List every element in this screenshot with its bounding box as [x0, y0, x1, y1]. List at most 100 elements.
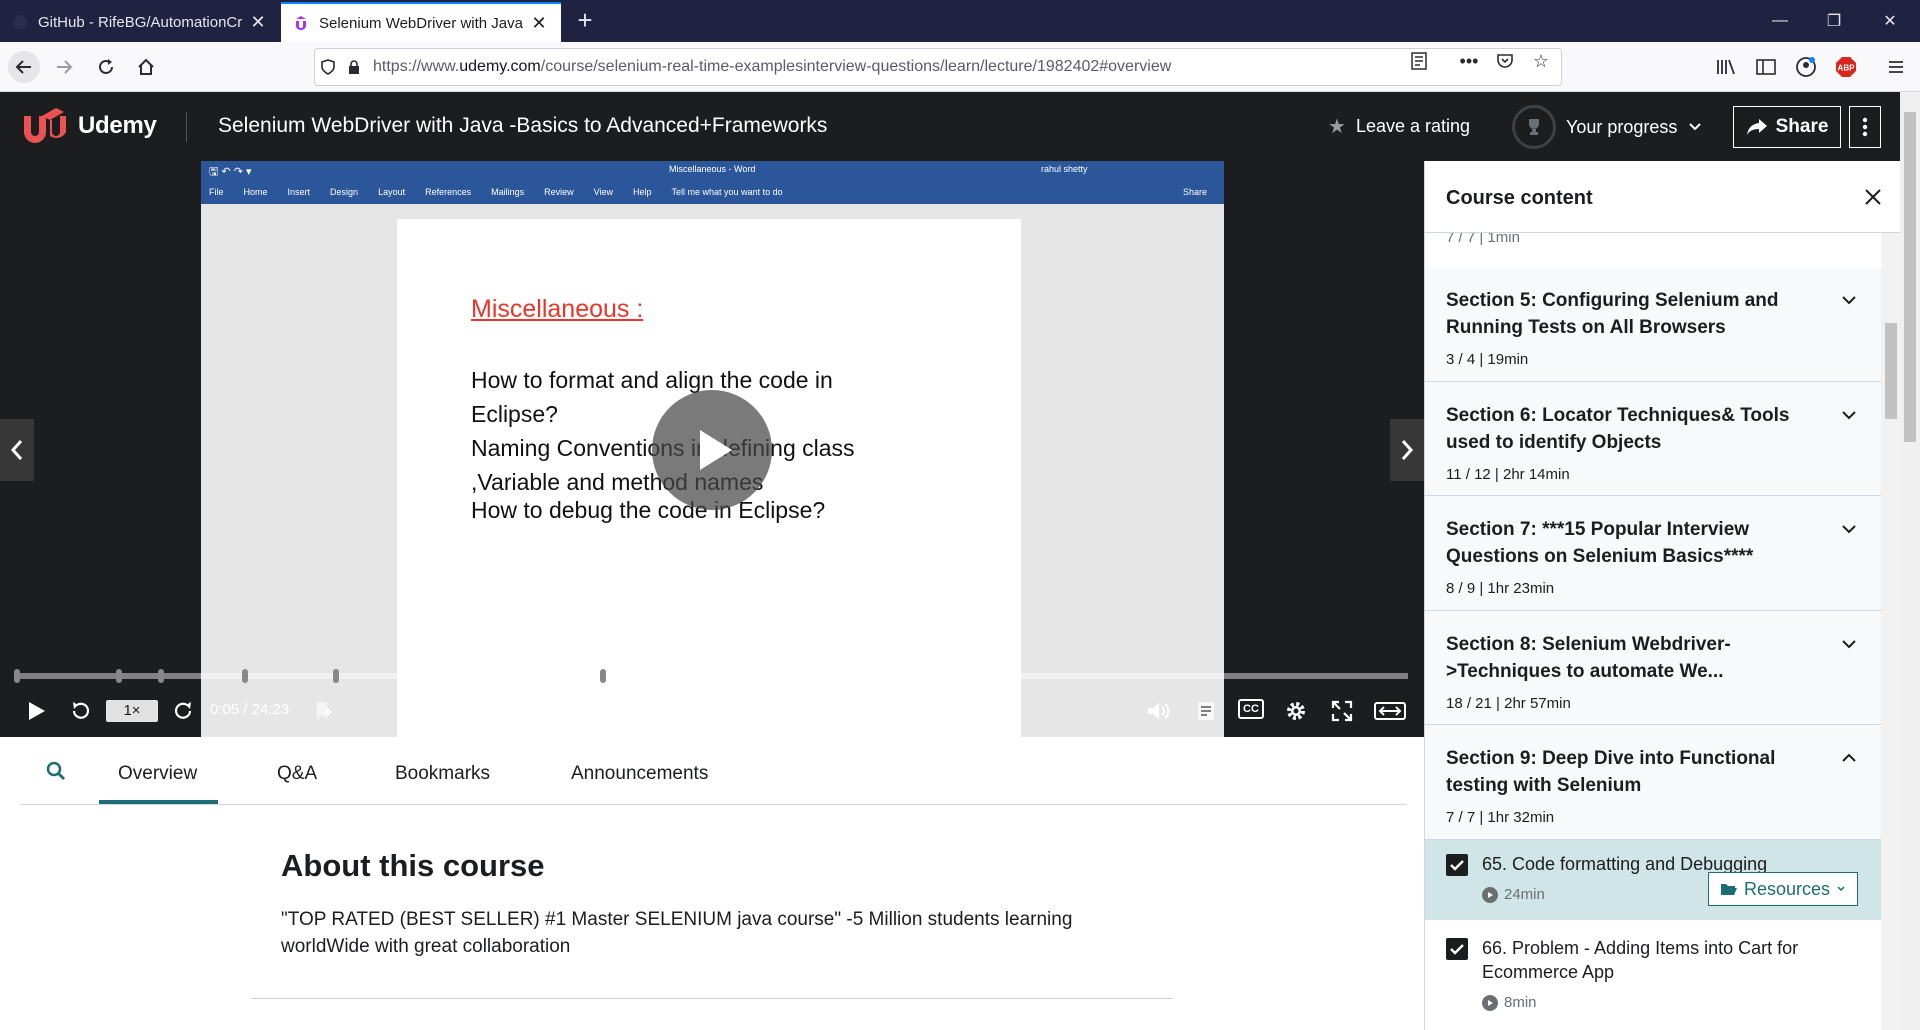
share-button[interactable]: Share [1733, 106, 1841, 148]
close-window-button[interactable]: ✕ [1862, 0, 1918, 42]
lecture-checkbox[interactable] [1446, 938, 1468, 960]
lecture-tabs: Overview Q&A Bookmarks Announcements [20, 737, 1406, 805]
app-menu-icon[interactable] [1880, 51, 1912, 83]
your-progress-dropdown[interactable]: Your progress [1512, 105, 1703, 149]
word-ribbon: 🖫 ↶ ↷ ▾ Miscellaneous - Word rahul shett… [201, 161, 1224, 204]
sidebar-toggle-icon[interactable] [1750, 51, 1782, 83]
library-icon[interactable] [1710, 51, 1742, 83]
section-9[interactable]: Section 9: Deep Dive into Functional tes… [1425, 725, 1881, 840]
add-bookmark-button[interactable] [308, 695, 340, 727]
play-circle-icon [1482, 886, 1498, 903]
section-title: Section 8: Selenium Webdriver->Technique… [1446, 634, 1731, 682]
search-icon[interactable] [46, 761, 66, 786]
udemy-favicon-icon [293, 15, 309, 31]
word-menu-item: File [209, 187, 224, 197]
bookmark-plus-icon [317, 702, 332, 720]
forward-button[interactable] [168, 695, 200, 727]
play-circle-icon [1482, 994, 1498, 1011]
udemy-logo[interactable]: Udemy [20, 106, 157, 146]
word-menu-item: Tell me what you want to do [671, 187, 783, 197]
next-lecture-button[interactable] [1390, 419, 1424, 481]
slide-heading: Miscellaneous : [471, 295, 644, 323]
new-tab-button[interactable]: + [570, 6, 600, 36]
minimize-window-button[interactable]: — [1752, 0, 1808, 42]
tracking-shield-icon[interactable] [315, 59, 341, 75]
course-content-header: Course content [1425, 161, 1900, 233]
settings-button[interactable] [1280, 695, 1312, 727]
star-icon: ★ [1328, 116, 1346, 138]
sidebar-scrollbar-thumb[interactable] [1885, 323, 1897, 419]
lock-icon[interactable] [341, 59, 367, 75]
account-icon[interactable] [1790, 51, 1822, 83]
forward-button[interactable] [48, 51, 80, 83]
word-quick-access-icons: 🖫 ↶ ↷ ▾ [209, 166, 252, 178]
section-7[interactable]: Section 7: ***15 Popular Interview Quest… [1425, 496, 1881, 611]
reader-view-icon[interactable] [1406, 50, 1432, 72]
bookmark-marker[interactable] [158, 669, 164, 683]
section-6[interactable]: Section 6: Locator Techniques& Tools use… [1425, 382, 1881, 496]
active-tab-indicator [99, 800, 218, 804]
chevron-down-icon [1842, 640, 1856, 649]
section-5[interactable]: Section 5: Configuring Selenium and Runn… [1425, 267, 1881, 382]
video-progress-bar[interactable] [14, 669, 1408, 683]
browser-tab-label: Selenium WebDriver with Java [319, 14, 523, 32]
word-menu-item: Insert [287, 187, 311, 197]
more-options-button[interactable] [1849, 106, 1881, 148]
chevron-down-icon [1689, 123, 1702, 131]
address-bar[interactable]: https://www.udemy.com/course/selenium-re… [314, 48, 1562, 86]
section-meta: 8 / 9 | 1hr 23min [1446, 580, 1555, 597]
lecture-item[interactable]: 66. Problem - Adding Items into Cart for… [1425, 920, 1881, 1030]
lecture-item-current[interactable]: 65. Code formatting and Debugging 24min … [1425, 840, 1881, 920]
video-player[interactable]: 🖫 ↶ ↷ ▾ Miscellaneous - Word rahul shett… [0, 161, 1424, 737]
bookmark-star-icon[interactable]: ☆ [1528, 50, 1554, 72]
previous-lecture-button[interactable] [0, 419, 34, 481]
tab-bookmarks[interactable]: Bookmarks [395, 763, 490, 785]
page-scrollbar[interactable] [1900, 92, 1920, 1030]
word-menu-item: Review [544, 187, 574, 197]
resources-button[interactable]: Resources [1708, 872, 1858, 906]
svg-text:ABP: ABP [1838, 64, 1856, 73]
home-button[interactable] [130, 51, 162, 83]
browser-tab-udemy[interactable]: Selenium WebDriver with Java ✕ [281, 2, 561, 42]
bookmark-marker[interactable] [242, 669, 248, 683]
bookmark-marker[interactable] [333, 669, 339, 683]
page-scrollbar-thumb[interactable] [1904, 112, 1916, 442]
about-course-text: "TOP RATED (BEST SELLER) #1 Master SELEN… [281, 909, 1073, 957]
browser-tab-github[interactable]: GitHub - RifeBG/AutomationCr ✕ [0, 2, 280, 42]
bookmark-marker[interactable] [600, 669, 606, 683]
expand-width-button[interactable] [1372, 695, 1408, 727]
play-button[interactable] [20, 695, 52, 727]
close-tab-icon[interactable]: ✕ [529, 13, 549, 34]
transcript-button[interactable] [1190, 695, 1222, 727]
tab-overview[interactable]: Overview [118, 763, 197, 785]
lecture-duration: 24min [1482, 886, 1545, 903]
tab-qa[interactable]: Q&A [277, 763, 317, 785]
captions-button[interactable]: CC [1238, 699, 1264, 719]
word-menu-item: Home [243, 187, 268, 197]
tab-announcements[interactable]: Announcements [571, 763, 708, 785]
restore-window-button[interactable]: ❐ [1806, 0, 1862, 42]
chevron-up-icon [1842, 753, 1856, 762]
fullscreen-button[interactable] [1326, 695, 1358, 727]
reload-button[interactable] [90, 51, 122, 83]
section-8[interactable]: Section 8: Selenium Webdriver->Technique… [1425, 611, 1881, 725]
close-tab-icon[interactable]: ✕ [248, 12, 268, 33]
page-actions-icon[interactable]: ••• [1456, 50, 1482, 72]
volume-button[interactable] [1142, 695, 1174, 727]
pocket-icon[interactable] [1492, 50, 1518, 72]
close-icon[interactable] [1861, 185, 1885, 209]
back-button[interactable] [8, 51, 40, 83]
lecture-checkbox[interactable] [1446, 854, 1468, 876]
course-title[interactable]: Selenium WebDriver with Java -Basics to … [218, 114, 827, 138]
big-play-button[interactable] [652, 390, 772, 510]
chevron-left-icon [10, 440, 23, 460]
bookmark-marker[interactable] [116, 669, 122, 683]
playback-speed-button[interactable]: 1× [106, 700, 158, 722]
adblock-plus-icon[interactable]: ABP [1830, 51, 1862, 83]
bookmark-marker[interactable] [14, 669, 20, 683]
rewind-button[interactable] [64, 695, 96, 727]
word-menu-item: References [425, 187, 472, 197]
leave-rating-button[interactable]: ★ Leave a rating [1328, 114, 1470, 139]
kebab-menu-icon [1862, 117, 1868, 137]
sidebar-scrollbar[interactable] [1881, 233, 1900, 1030]
